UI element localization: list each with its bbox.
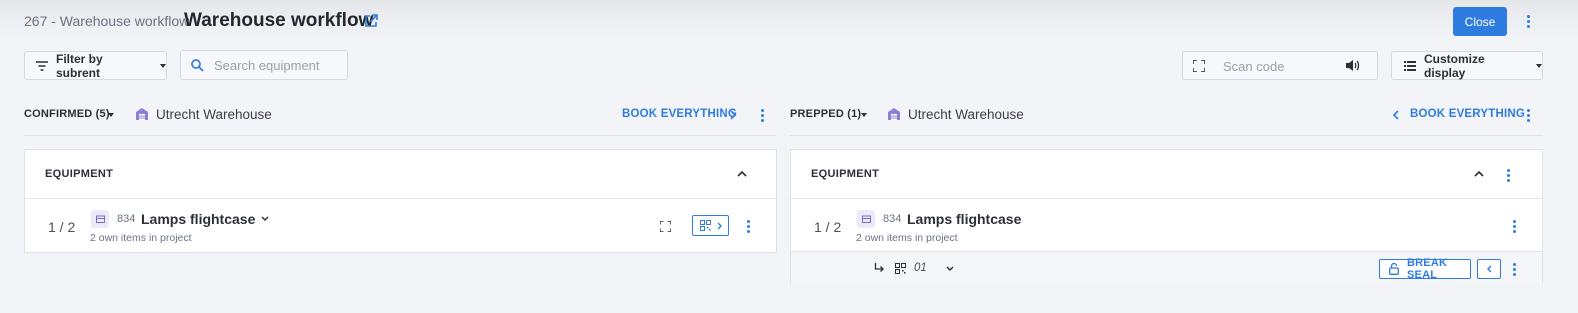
filter-by-subrent-button[interactable]: Filter by subrent bbox=[24, 51, 167, 80]
chevron-up-icon[interactable] bbox=[1474, 170, 1484, 177]
filter-icon bbox=[36, 60, 48, 71]
fullscreen-icon[interactable] bbox=[660, 221, 671, 232]
qr-book-button[interactable] bbox=[692, 215, 729, 236]
list-item[interactable]: 1 / 2 834 Lamps flightcase 2 own items i… bbox=[25, 199, 776, 253]
customize-label: Customize display bbox=[1424, 51, 1485, 80]
customize-display-button[interactable]: Customize display bbox=[1391, 51, 1543, 80]
fullscreen-icon[interactable] bbox=[1193, 60, 1205, 72]
volume-icon[interactable] bbox=[1346, 59, 1360, 72]
chevron-down-icon[interactable] bbox=[946, 266, 954, 271]
unbook-button[interactable] bbox=[1477, 259, 1501, 279]
chevron-right-icon bbox=[717, 222, 722, 230]
item-more-icon[interactable] bbox=[1508, 217, 1520, 235]
prepped-more-icon[interactable] bbox=[1522, 106, 1534, 124]
item-name[interactable]: Lamps flightcase bbox=[141, 211, 255, 227]
subitem-more-icon[interactable] bbox=[1508, 260, 1520, 278]
warehouse-icon bbox=[135, 107, 149, 121]
break-seal-button[interactable]: BREAK SEAL bbox=[1379, 257, 1471, 281]
header-more-icon[interactable] bbox=[1522, 12, 1534, 30]
sub-item-arrow-icon bbox=[874, 263, 885, 274]
section-divider bbox=[24, 135, 776, 136]
item-number: 834 bbox=[117, 213, 136, 225]
item-subtitle: 2 own items in project bbox=[856, 232, 958, 244]
scan-placeholder: Scan code bbox=[1223, 59, 1285, 74]
confirmed-location[interactable]: Utrecht Warehouse bbox=[156, 107, 272, 122]
item-subtitle: 2 own items in project bbox=[90, 232, 192, 244]
unlock-icon bbox=[1389, 263, 1399, 275]
prepped-location[interactable]: Utrecht Warehouse bbox=[908, 107, 1024, 122]
close-button[interactable]: Close bbox=[1453, 7, 1507, 36]
list-icon bbox=[1404, 60, 1416, 71]
search-placeholder: Search equipment bbox=[214, 57, 320, 73]
prepped-status-label[interactable]: PREPPED (1) bbox=[790, 108, 861, 120]
item-more-icon[interactable] bbox=[742, 217, 754, 235]
confirmed-status-label[interactable]: CONFIRMED (5) bbox=[24, 108, 110, 120]
item-counter: 1 / 2 bbox=[814, 219, 842, 235]
qr-code-icon bbox=[699, 220, 711, 231]
warehouse-icon bbox=[887, 107, 901, 121]
confirmed-book-everything-button[interactable]: BOOK EVERYTHING bbox=[622, 108, 737, 120]
confirmed-equipment-panel: EQUIPMENT 1 / 2 834 Lamps flightcase 2 o… bbox=[24, 149, 777, 253]
prepped-book-everything-button[interactable]: BOOK EVERYTHING bbox=[1410, 108, 1525, 120]
item-number: 834 bbox=[883, 213, 902, 225]
breadcrumb[interactable]: 267 - Warehouse workflow bbox=[24, 13, 189, 29]
chevron-down-icon bbox=[1536, 63, 1542, 68]
qr-code-icon bbox=[895, 263, 906, 274]
chevron-left-icon bbox=[1486, 265, 1492, 273]
serial-code: 01 bbox=[914, 262, 927, 274]
item-counter: 1 / 2 bbox=[48, 219, 76, 235]
section-divider bbox=[790, 135, 1543, 136]
chevron-left-icon[interactable] bbox=[1392, 110, 1399, 120]
external-link-icon[interactable] bbox=[364, 14, 378, 28]
list-item[interactable]: 1 / 2 834 Lamps flightcase 2 own items i… bbox=[791, 199, 1542, 251]
item-name[interactable]: Lamps flightcase bbox=[907, 211, 1021, 227]
prepped-equipment-panel: EQUIPMENT 1 / 2 834 Lamps flightcase 2 o… bbox=[790, 149, 1543, 283]
chevron-down-icon[interactable] bbox=[261, 216, 269, 221]
page-title: Warehouse workflow bbox=[184, 10, 374, 31]
chevron-up-icon[interactable] bbox=[737, 170, 747, 177]
equipment-heading: EQUIPMENT bbox=[45, 168, 114, 180]
search-icon bbox=[191, 58, 204, 72]
equipment-heading: EQUIPMENT bbox=[811, 168, 880, 180]
break-seal-label: BREAK SEAL bbox=[1407, 257, 1448, 281]
confirmed-more-icon[interactable] bbox=[756, 106, 768, 124]
filter-label: Filter by subrent bbox=[56, 51, 103, 80]
chevron-down-icon[interactable] bbox=[861, 113, 867, 117]
chevron-down-icon bbox=[160, 63, 166, 68]
case-icon bbox=[91, 210, 109, 228]
case-icon bbox=[857, 210, 875, 228]
search-input[interactable]: Search equipment bbox=[180, 50, 348, 80]
scan-code-input[interactable]: Scan code bbox=[1182, 51, 1378, 80]
chevron-down-icon[interactable] bbox=[108, 113, 114, 117]
serial-subrow: 01 BREAK SEAL bbox=[791, 251, 1542, 283]
panel-more-icon[interactable] bbox=[1502, 166, 1514, 184]
chevron-right-icon[interactable] bbox=[730, 110, 737, 120]
